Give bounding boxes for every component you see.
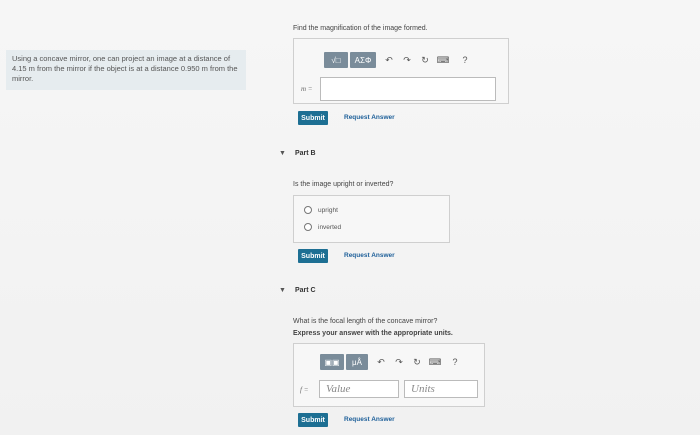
option-inverted-label: inverted — [318, 223, 342, 231]
units-button[interactable]: μÅ — [346, 354, 368, 370]
option-upright[interactable]: upright — [304, 206, 338, 214]
upright-radio[interactable] — [304, 206, 312, 214]
part-a-submit-button[interactable]: Submit — [298, 111, 328, 125]
part-c-question: What is the focal length of the concave … — [293, 318, 438, 325]
undo-icon[interactable]: ↶ — [382, 53, 396, 67]
part-a-answer-box: √□ ΑΣΦ ↶ ↷ ↻ ⌨ ? m = — [293, 38, 509, 104]
f-label: f = — [300, 386, 309, 394]
magnification-input[interactable] — [320, 77, 496, 101]
part-a-request-answer-link[interactable]: Request Answer — [344, 114, 395, 121]
part-b-collapse-icon[interactable]: ▼ — [279, 150, 286, 157]
problem-statement: Using a concave mirror, one can project … — [6, 50, 246, 90]
part-c-toolbar: ▣▣ μÅ ↶ ↷ ↻ ⌨ ? — [320, 353, 462, 371]
page: Using a concave mirror, one can project … — [0, 0, 700, 435]
part-a-question: Find the magnification of the image form… — [293, 25, 428, 32]
reset-icon[interactable]: ↻ — [410, 355, 424, 369]
keyboard-icon[interactable]: ⌨ — [428, 355, 442, 369]
part-b-options-box: upright inverted — [293, 195, 450, 243]
redo-icon[interactable]: ↷ — [400, 53, 414, 67]
problem-text: Using a concave mirror, one can project … — [12, 54, 238, 83]
greek-icon: ΑΣΦ — [354, 55, 372, 65]
part-c-header: Part C — [295, 287, 316, 294]
undo-icon[interactable]: ↶ — [374, 355, 388, 369]
sqrt-icon: √□ — [331, 55, 341, 65]
help-icon[interactable]: ? — [458, 53, 472, 67]
templates-button[interactable]: ▣▣ — [320, 354, 344, 370]
m-label: m = — [301, 85, 313, 93]
inverted-radio[interactable] — [304, 223, 312, 231]
reset-icon[interactable]: ↻ — [418, 53, 432, 67]
part-a-toolbar: √□ ΑΣΦ ↶ ↷ ↻ ⌨ ? — [324, 51, 472, 69]
part-b-question: Is the image upright or inverted? — [293, 181, 394, 188]
part-c-answer-box: ▣▣ μÅ ↶ ↷ ↻ ⌨ ? f = Value Units — [293, 343, 485, 407]
part-b-submit-button[interactable]: Submit — [298, 249, 328, 263]
units-input[interactable]: Units — [404, 380, 478, 398]
part-b-header: Part B — [295, 150, 316, 157]
keyboard-icon[interactable]: ⌨ — [436, 53, 450, 67]
greek-symbols-button[interactable]: ΑΣΦ — [350, 52, 376, 68]
redo-icon[interactable]: ↷ — [392, 355, 406, 369]
option-inverted[interactable]: inverted — [304, 223, 341, 231]
part-b-request-answer-link[interactable]: Request Answer — [344, 252, 395, 259]
help-icon[interactable]: ? — [448, 355, 462, 369]
templates-button[interactable]: √□ — [324, 52, 348, 68]
units-icon: μÅ — [352, 357, 362, 367]
part-c-request-answer-link[interactable]: Request Answer — [344, 416, 395, 423]
template-icon: ▣▣ — [324, 357, 340, 367]
part-c-submit-button[interactable]: Submit — [298, 413, 328, 427]
option-upright-label: upright — [318, 206, 338, 214]
value-input[interactable]: Value — [319, 380, 399, 398]
part-c-instruction: Express your answer with the appropriate… — [293, 330, 453, 337]
part-c-collapse-icon[interactable]: ▼ — [279, 287, 286, 294]
